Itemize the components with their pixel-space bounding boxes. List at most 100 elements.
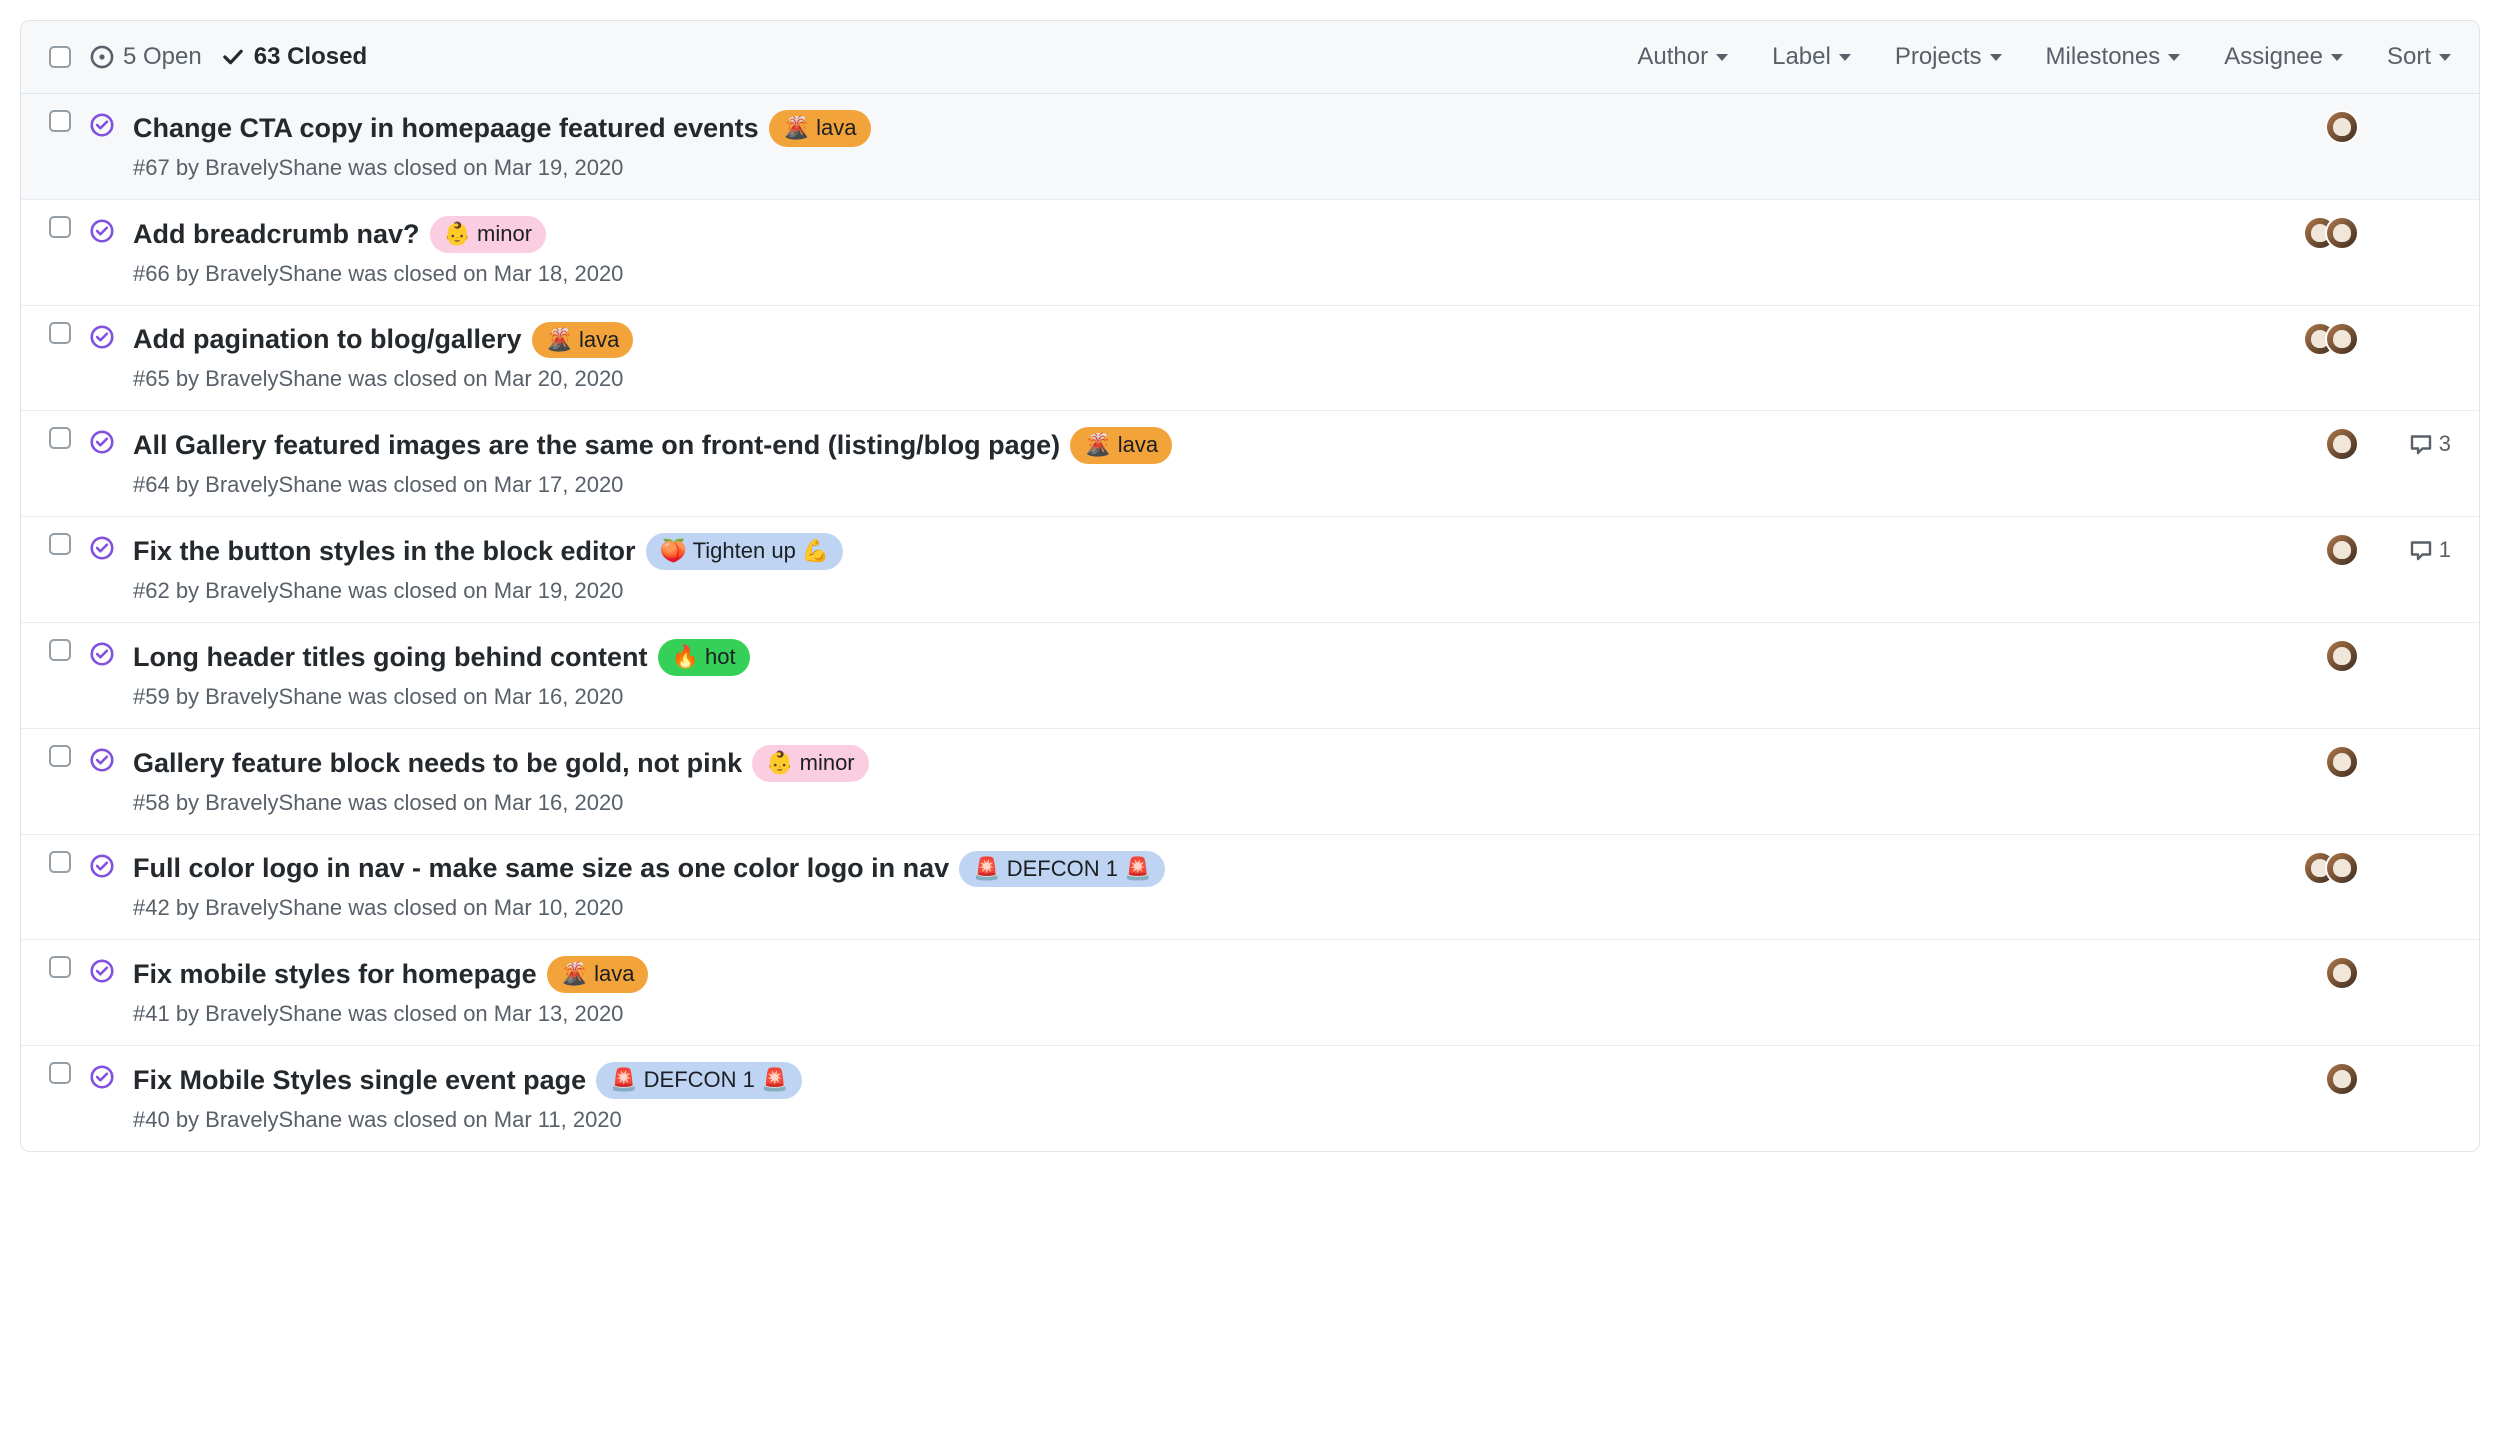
check-icon bbox=[220, 44, 246, 70]
avatar[interactable] bbox=[2325, 1062, 2359, 1096]
select-issue-checkbox[interactable] bbox=[49, 216, 71, 238]
issue-label-lava[interactable]: 🌋 lava bbox=[769, 110, 871, 147]
filter-assignee[interactable]: Assignee bbox=[2224, 43, 2343, 71]
closed-count: 63 Closed bbox=[254, 43, 367, 71]
avatar[interactable] bbox=[2325, 533, 2359, 567]
issue-main: Gallery feature block needs to be gold, … bbox=[133, 745, 2263, 816]
issue-main: Full color logo in nav - make same size … bbox=[133, 851, 2263, 922]
issue-meta: #42 by BravelyShane was closed on Mar 10… bbox=[133, 895, 2263, 921]
issue-meta: #59 by BravelyShane was closed on Mar 16… bbox=[133, 684, 2263, 710]
assignees[interactable] bbox=[2299, 745, 2359, 779]
assignees[interactable] bbox=[2299, 956, 2359, 990]
issue-meta: #41 by BravelyShane was closed on Mar 13… bbox=[133, 1001, 2263, 1027]
issue-row: Fix the button styles in the block edito… bbox=[21, 517, 2479, 623]
avatar[interactable] bbox=[2325, 216, 2359, 250]
issue-main: Add breadcrumb nav? 👶 minor #66 by Bravely… bbox=[133, 216, 2263, 287]
filter-author[interactable]: Author bbox=[1637, 43, 1728, 71]
issue-row: Fix Mobile Styles single event page 🚨 DEF… bbox=[21, 1046, 2479, 1151]
issue-label-defcon1[interactable]: 🚨 DEFCON 1 🚨 bbox=[596, 1062, 802, 1099]
list-header: 5 Open 63 Closed Author Label Projects Mile… bbox=[21, 21, 2479, 94]
select-issue-checkbox[interactable] bbox=[49, 427, 71, 449]
issue-label-lava[interactable]: 🌋 lava bbox=[1070, 427, 1172, 464]
select-issue-checkbox[interactable] bbox=[49, 1062, 71, 1084]
issue-label-minor[interactable]: 👶 minor bbox=[430, 216, 547, 253]
issue-title-link[interactable]: Fix Mobile Styles single event page bbox=[133, 1065, 586, 1096]
open-count: 5 Open bbox=[123, 43, 202, 71]
issue-list: 5 Open 63 Closed Author Label Projects Mile… bbox=[20, 20, 2480, 1152]
issue-main: Fix the button styles in the block edito… bbox=[133, 533, 2263, 604]
issue-label-defcon1[interactable]: 🚨 DEFCON 1 🚨 bbox=[959, 851, 1165, 888]
issue-title-link[interactable]: Add breadcrumb nav? bbox=[133, 219, 420, 250]
assignees[interactable] bbox=[2299, 322, 2359, 356]
issue-meta: #58 by BravelyShane was closed on Mar 16… bbox=[133, 790, 2263, 816]
select-issue-checkbox[interactable] bbox=[49, 533, 71, 555]
issue-title-link[interactable]: Fix the button styles in the block edito… bbox=[133, 536, 636, 567]
issue-meta: #66 by BravelyShane was closed on Mar 18… bbox=[133, 261, 2263, 287]
issue-row: Add breadcrumb nav? 👶 minor #66 by Bravely… bbox=[21, 200, 2479, 306]
avatar[interactable] bbox=[2325, 639, 2359, 673]
issue-row: Gallery feature block needs to be gold, … bbox=[21, 729, 2479, 835]
issue-row: All Gallery featured images are the same… bbox=[21, 411, 2479, 517]
select-issue-checkbox[interactable] bbox=[49, 322, 71, 344]
avatar[interactable] bbox=[2325, 956, 2359, 990]
issue-main: Fix mobile styles for homepage 🌋 lava #41 … bbox=[133, 956, 2263, 1027]
issue-row: Long header titles going behind content 🔥… bbox=[21, 623, 2479, 729]
issue-row: Add pagination to blog/gallery 🌋 lava #65 … bbox=[21, 306, 2479, 412]
assignees[interactable] bbox=[2299, 110, 2359, 144]
issue-rows: Change CTA copy in homepaage featured ev… bbox=[21, 94, 2479, 1151]
issue-main: Change CTA copy in homepaage featured ev… bbox=[133, 110, 2263, 181]
select-issue-checkbox[interactable] bbox=[49, 639, 71, 661]
issue-meta: #67 by BravelyShane was closed on Mar 19… bbox=[133, 155, 2263, 181]
issue-title-link[interactable]: Full color logo in nav - make same size … bbox=[133, 853, 949, 884]
issue-main: Fix Mobile Styles single event page 🚨 DEF… bbox=[133, 1062, 2263, 1133]
issue-title-link[interactable]: All Gallery featured images are the same… bbox=[133, 430, 1060, 461]
comment-count[interactable]: 3 bbox=[2399, 431, 2451, 457]
select-all-checkbox[interactable] bbox=[49, 46, 71, 68]
issue-title-link[interactable]: Fix mobile styles for homepage bbox=[133, 959, 537, 990]
open-issue-icon bbox=[89, 44, 115, 70]
avatar[interactable] bbox=[2325, 745, 2359, 779]
open-tab[interactable]: 5 Open bbox=[89, 43, 202, 71]
issue-label-tighten[interactable]: 🍑 Tighten up 💪 bbox=[646, 533, 844, 570]
header-filters: Author Label Projects Milestones Assignee Sor… bbox=[1637, 43, 2451, 71]
filter-sort[interactable]: Sort bbox=[2387, 43, 2451, 71]
issue-title-link[interactable]: Long header titles going behind content bbox=[133, 642, 648, 673]
filter-label[interactable]: Label bbox=[1772, 43, 1851, 71]
select-issue-checkbox[interactable] bbox=[49, 110, 71, 132]
issue-row: Full color logo in nav - make same size … bbox=[21, 835, 2479, 941]
issue-label-lava[interactable]: 🌋 lava bbox=[547, 956, 649, 993]
filter-milestones[interactable]: Milestones bbox=[2046, 43, 2181, 71]
avatar[interactable] bbox=[2325, 110, 2359, 144]
avatar[interactable] bbox=[2325, 851, 2359, 885]
filter-projects[interactable]: Projects bbox=[1895, 43, 2002, 71]
issue-meta: #64 by BravelyShane was closed on Mar 17… bbox=[133, 472, 2263, 498]
issue-label-minor[interactable]: 👶 minor bbox=[752, 745, 869, 782]
header-left: 5 Open 63 Closed bbox=[49, 43, 367, 71]
issue-title-link[interactable]: Gallery feature block needs to be gold, … bbox=[133, 748, 742, 779]
issue-main: Add pagination to blog/gallery 🌋 lava #65 … bbox=[133, 322, 2263, 393]
select-issue-checkbox[interactable] bbox=[49, 745, 71, 767]
issue-label-lava[interactable]: 🌋 lava bbox=[532, 322, 634, 359]
issue-meta: #65 by BravelyShane was closed on Mar 20… bbox=[133, 366, 2263, 392]
assignees[interactable] bbox=[2299, 427, 2359, 461]
issue-main: All Gallery featured images are the same… bbox=[133, 427, 2263, 498]
issue-row: Fix mobile styles for homepage 🌋 lava #41 … bbox=[21, 940, 2479, 1046]
issue-title-link[interactable]: Add pagination to blog/gallery bbox=[133, 324, 522, 355]
assignees[interactable] bbox=[2299, 1062, 2359, 1096]
assignees[interactable] bbox=[2299, 533, 2359, 567]
select-issue-checkbox[interactable] bbox=[49, 956, 71, 978]
closed-tab[interactable]: 63 Closed bbox=[220, 43, 367, 71]
select-issue-checkbox[interactable] bbox=[49, 851, 71, 873]
issue-meta: #62 by BravelyShane was closed on Mar 19… bbox=[133, 578, 2263, 604]
comment-count[interactable]: 1 bbox=[2399, 537, 2451, 563]
issue-main: Long header titles going behind content 🔥… bbox=[133, 639, 2263, 710]
issue-title-link[interactable]: Change CTA copy in homepaage featured ev… bbox=[133, 113, 759, 144]
issue-label-hot[interactable]: 🔥 hot bbox=[658, 639, 750, 676]
assignees[interactable] bbox=[2299, 639, 2359, 673]
assignees[interactable] bbox=[2299, 851, 2359, 885]
issue-row: Change CTA copy in homepaage featured ev… bbox=[21, 94, 2479, 200]
avatar[interactable] bbox=[2325, 322, 2359, 356]
avatar[interactable] bbox=[2325, 427, 2359, 461]
assignees[interactable] bbox=[2299, 216, 2359, 250]
issue-meta: #40 by BravelyShane was closed on Mar 11… bbox=[133, 1107, 2263, 1133]
